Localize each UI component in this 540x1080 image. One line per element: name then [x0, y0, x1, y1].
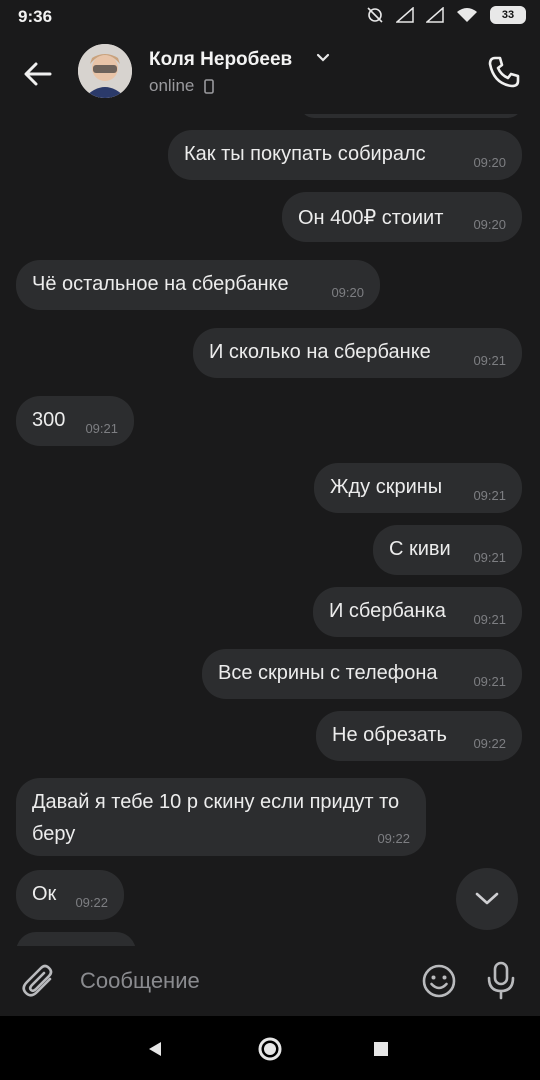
- paperclip-icon[interactable]: [20, 962, 58, 1000]
- message-bubble-out[interactable]: И сбербанка 09:21: [313, 587, 522, 637]
- emoji-icon[interactable]: [420, 962, 458, 1000]
- chat-header: Коля Неробеев online: [0, 34, 540, 114]
- message-text: Не обрезать: [332, 724, 447, 746]
- message-text: Жду скрины: [330, 476, 443, 498]
- message-time: 09:21: [473, 674, 506, 689]
- circle-home-icon: [258, 1037, 282, 1061]
- message-time: 09:22: [473, 736, 506, 751]
- message-bubble-partial[interactable]: [16, 932, 136, 946]
- alarm-off-icon: [367, 7, 383, 23]
- online-status: online: [149, 76, 195, 95]
- message-bubble-in[interactable]: Ок 09:22: [16, 870, 124, 920]
- message-text: Давай я тебе 10 р скину если придут то б…: [32, 791, 400, 845]
- system-nav-bar: [0, 1016, 540, 1080]
- message-bubble-in[interactable]: 300 09:21: [16, 396, 134, 446]
- message-bubble-out[interactable]: И сколько на сбербанке 09:21: [193, 328, 522, 378]
- message-bubble-in[interactable]: Чё остальное на сбербанке 09:20: [16, 260, 380, 310]
- arrow-left-icon: [24, 62, 52, 86]
- message-time: 09:21: [473, 353, 506, 368]
- nav-back-button[interactable]: [140, 1034, 170, 1064]
- scroll-down-button[interactable]: [456, 868, 518, 930]
- message-text: Ок: [32, 883, 57, 905]
- message-text: Как ты покупать собиралс: [184, 143, 426, 165]
- chevron-down-icon: [475, 892, 499, 905]
- message-time: 09:21: [85, 421, 118, 436]
- message-composer: [0, 946, 540, 1016]
- message-text: 300: [32, 409, 66, 431]
- message-bubble-out[interactable]: Как ты покупать собиралс 09:20: [168, 130, 522, 180]
- message-input[interactable]: [80, 966, 400, 996]
- message-text: И сколько на сбербанке: [209, 341, 431, 363]
- message-bubble-out[interactable]: Все скрины с телефона 09:21: [202, 649, 522, 699]
- chevron-down-icon[interactable]: [316, 53, 330, 63]
- message-time: 09:21: [473, 488, 506, 503]
- message-time: 09:21: [473, 612, 506, 627]
- message-list[interactable]: Как ты покупать собиралс 09:20 Он 400₽ с…: [0, 114, 540, 946]
- status-icons: 33: [366, 6, 526, 24]
- contact-name[interactable]: Коля Неробеев: [149, 49, 292, 71]
- nav-home-button[interactable]: [255, 1034, 285, 1064]
- back-button[interactable]: [18, 54, 58, 94]
- message-time: 09:20: [473, 217, 506, 232]
- status-time: 9:36: [18, 7, 53, 26]
- signal-icon: [396, 7, 414, 23]
- battery-icon: 33: [490, 6, 526, 24]
- message-time: 09:20: [331, 285, 364, 300]
- message-bubble-partial[interactable]: [300, 114, 522, 118]
- message-text: Он 400₽ стоиит: [298, 207, 444, 229]
- contact-status: online: [149, 76, 215, 96]
- message-text: Чё остальное на сбербанке: [32, 273, 289, 295]
- message-bubble-out[interactable]: Не обрезать 09:22: [316, 711, 522, 761]
- avatar[interactable]: [78, 44, 132, 98]
- avatar-image: [78, 44, 132, 98]
- nav-recents-button[interactable]: [366, 1034, 396, 1064]
- mobile-icon: [204, 78, 215, 94]
- message-time: 09:21: [473, 550, 506, 565]
- battery-level: 33: [501, 9, 515, 21]
- message-time: 09:22: [377, 831, 410, 846]
- message-bubble-out[interactable]: Он 400₽ стоиит 09:20: [282, 192, 522, 242]
- message-text: С киви: [389, 538, 451, 560]
- status-bar: 9:36 33: [0, 0, 540, 34]
- square-recents-icon: [374, 1042, 388, 1056]
- message-text: И сбербанка: [329, 600, 446, 622]
- message-bubble-out[interactable]: С киви 09:21: [373, 525, 522, 575]
- message-text: Все скрины с телефона: [218, 662, 438, 684]
- wifi-icon: [457, 8, 477, 22]
- message-time: 09:22: [75, 895, 108, 910]
- signal-icon-2: [426, 7, 444, 23]
- triangle-back-icon: [149, 1042, 161, 1056]
- message-bubble-in[interactable]: Давай я тебе 10 р скину если придут то б…: [16, 778, 426, 856]
- phone-call-icon[interactable]: [486, 54, 522, 90]
- microphone-icon[interactable]: [482, 960, 520, 1000]
- message-time: 09:20: [473, 155, 506, 170]
- message-bubble-out[interactable]: Жду скрины 09:21: [314, 463, 522, 513]
